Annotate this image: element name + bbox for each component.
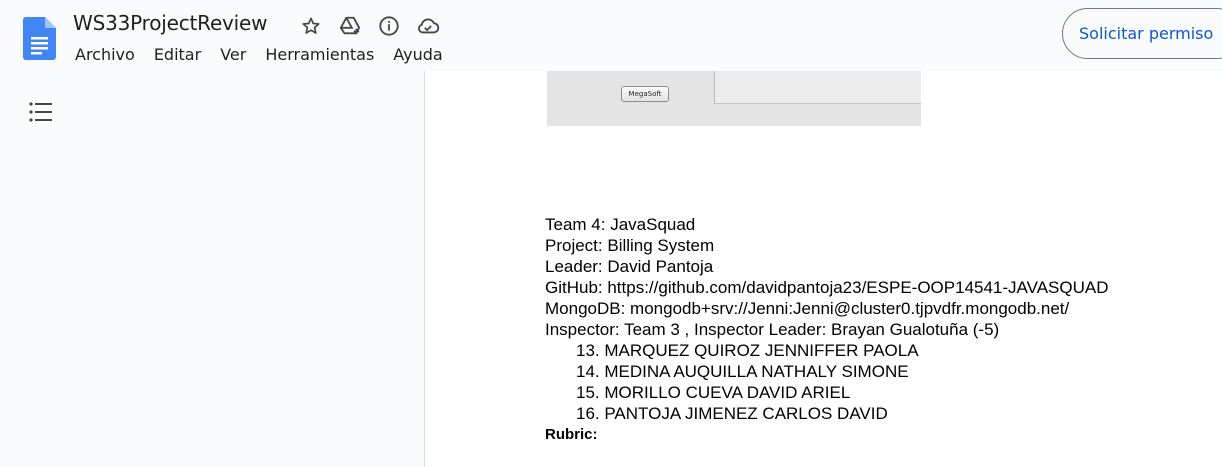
member-list-item: 16. PANTOJA JIMENEZ CARLOS DAVID xyxy=(576,404,888,423)
outline-sidebar xyxy=(0,71,425,467)
github-line: GitHub: https://github.com/davidpantoja2… xyxy=(545,278,1109,297)
member-list-item: 13. MARQUEZ QUIROZ JENNIFFER PAOLA xyxy=(576,341,919,360)
star-icon[interactable] xyxy=(298,13,324,39)
megasoft-button-image: MegaSoft xyxy=(621,86,669,102)
document-title[interactable]: WS33ProjectReview xyxy=(73,11,268,35)
request-permission-button[interactable]: Solicitar permiso xyxy=(1062,8,1222,59)
embedded-panel xyxy=(714,71,921,104)
google-docs-logo-icon[interactable] xyxy=(23,17,56,60)
menu-item-archivo[interactable]: Archivo xyxy=(75,45,135,64)
menu-item-ver[interactable]: Ver xyxy=(220,45,246,64)
embedded-screenshot-image[interactable]: MegaSoft xyxy=(547,71,921,126)
document-body[interactable]: Team 4: JavaSquad Project: Billing Syste… xyxy=(545,214,1109,445)
menu-item-herramientas[interactable]: Herramientas xyxy=(265,45,374,64)
app-header: WS33ProjectReview Archivo Editar Ver Her… xyxy=(0,0,1222,71)
info-icon[interactable] xyxy=(376,13,402,39)
mongodb-line: MongoDB: mongodb+srv://Jenni:Jenni@clust… xyxy=(545,299,1070,318)
menu-bar: Archivo Editar Ver Herramientas Ayuda xyxy=(75,45,462,64)
title-icon-bar xyxy=(298,13,454,39)
team-line: Team 4: JavaSquad xyxy=(545,215,696,234)
member-list-item: 15. MORILLO CUEVA DAVID ARIEL xyxy=(576,383,851,402)
inspector-line: Inspector: Team 3 , Inspector Leader: Br… xyxy=(545,320,1000,339)
cloud-icon[interactable] xyxy=(415,13,441,39)
leader-line: Leader: David Pantoja xyxy=(545,257,714,276)
outline-list-icon[interactable] xyxy=(29,101,53,123)
drive-add-icon[interactable] xyxy=(337,13,363,39)
rubric-heading: Rubric: xyxy=(545,426,598,443)
project-line: Project: Billing System xyxy=(545,236,715,255)
menu-item-ayuda[interactable]: Ayuda xyxy=(393,45,442,64)
menu-item-editar[interactable]: Editar xyxy=(154,45,201,64)
member-list-item: 14. MEDINA AUQUILLA NATHALY SIMONE xyxy=(576,362,909,381)
